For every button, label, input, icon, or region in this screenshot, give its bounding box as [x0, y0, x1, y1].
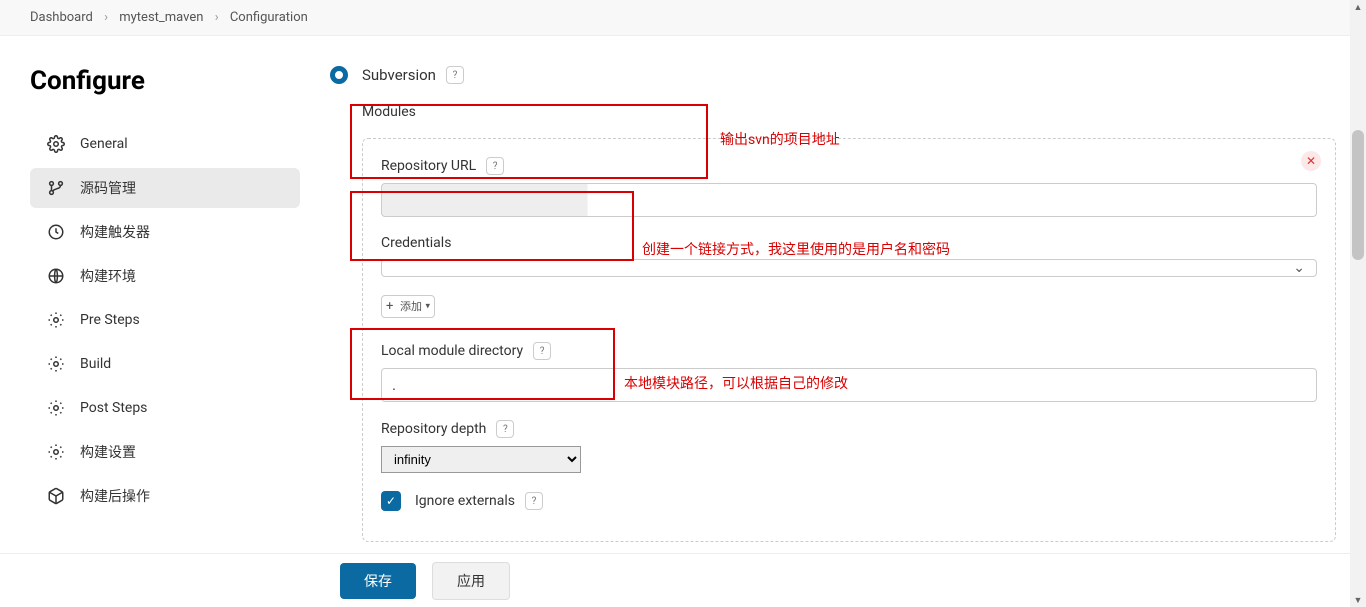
local-dir-label: Local module directory ?: [381, 342, 1317, 360]
gear-icon: [46, 310, 66, 330]
help-icon[interactable]: ?: [496, 420, 514, 438]
sidebar-item-label: 构建后操作: [80, 486, 150, 506]
module-box: ✕ Repository URL ? Credentials ⌄ + 添加 ▾: [362, 138, 1336, 542]
credentials-label: Credentials: [381, 235, 1317, 251]
scroll-thumb[interactable]: [1352, 130, 1364, 260]
sidebar-item-poststeps[interactable]: Post Steps: [30, 388, 300, 428]
checkbox-checked-icon: ✓: [381, 491, 401, 511]
sidebar-item-label: Post Steps: [80, 400, 147, 416]
sidebar-item-scm[interactable]: 源码管理: [30, 168, 300, 208]
radio-selected-icon: [330, 66, 348, 84]
sidebar-item-general[interactable]: General: [30, 124, 300, 164]
ignore-externals-label: Ignore externals: [415, 493, 515, 509]
sidebar-item-label: 构建触发器: [80, 222, 150, 242]
branch-icon: [46, 178, 66, 198]
gear-icon: [46, 442, 66, 462]
help-icon[interactable]: ?: [446, 66, 464, 84]
sidebar-item-env[interactable]: 构建环境: [30, 256, 300, 296]
help-icon[interactable]: ?: [486, 157, 504, 175]
globe-icon: [46, 266, 66, 286]
breadcrumb-project[interactable]: mytest_maven: [119, 10, 203, 25]
sidebar-item-label: 源码管理: [80, 178, 136, 198]
sidebar-item-presteps[interactable]: Pre Steps: [30, 300, 300, 340]
help-icon[interactable]: ?: [533, 342, 551, 360]
save-button[interactable]: 保存: [340, 563, 416, 599]
gear-icon: [46, 134, 66, 154]
chevron-right-icon: ›: [104, 10, 108, 25]
scrollbar[interactable]: ▲ ▼: [1350, 0, 1366, 607]
footer-bar: 保存 应用: [0, 553, 1366, 607]
sidebar-item-label: General: [80, 136, 128, 152]
sidebar-items: General 源码管理 构建触发器 构建环境: [30, 124, 300, 516]
repo-url-input[interactable]: [381, 183, 1317, 217]
sidebar-item-postbuild[interactable]: 构建后操作: [30, 476, 300, 516]
clock-icon: [46, 222, 66, 242]
page-title: Configure: [30, 66, 300, 96]
apply-button[interactable]: 应用: [432, 562, 510, 600]
sidebar-item-label: Pre Steps: [80, 312, 140, 328]
gear-icon: [46, 354, 66, 374]
sidebar-item-label: 构建环境: [80, 266, 136, 286]
plus-icon: +: [386, 299, 393, 315]
breadcrumb-configuration[interactable]: Configuration: [230, 10, 308, 25]
sidebar-item-triggers[interactable]: 构建触发器: [30, 212, 300, 252]
scroll-up-icon[interactable]: ▲: [1350, 0, 1366, 14]
local-dir-input[interactable]: [381, 368, 1317, 402]
sidebar-item-build[interactable]: Build: [30, 344, 300, 384]
scm-radio-label: Subversion: [362, 66, 436, 84]
sidebar-item-label: Build: [80, 356, 111, 372]
chevron-down-icon: ▾: [425, 301, 430, 312]
remove-module-button[interactable]: ✕: [1301, 151, 1321, 171]
ignore-externals-row[interactable]: ✓ Ignore externals ?: [381, 491, 1317, 511]
repo-url-label: Repository URL ?: [381, 157, 1317, 175]
depth-select[interactable]: infinity: [381, 446, 581, 473]
scroll-down-icon[interactable]: ▼: [1350, 593, 1366, 607]
add-credentials-button[interactable]: + 添加 ▾: [381, 295, 435, 318]
box-icon: [46, 486, 66, 506]
help-icon[interactable]: ?: [525, 492, 543, 510]
sidebar-item-buildsettings[interactable]: 构建设置: [30, 432, 300, 472]
sidebar: Configure General 源码管理 构建触发器: [0, 36, 320, 553]
sidebar-item-label: 构建设置: [80, 442, 136, 462]
content-area: Subversion ? Modules ✕ Repository URL ? …: [320, 36, 1366, 553]
credentials-select[interactable]: [381, 259, 1317, 277]
breadcrumb-dashboard[interactable]: Dashboard: [30, 10, 93, 25]
modules-heading: Modules: [362, 104, 1336, 120]
breadcrumb: Dashboard › mytest_maven › Configuration: [0, 0, 1366, 36]
gear-icon: [46, 398, 66, 418]
chevron-right-icon: ›: [215, 10, 219, 25]
scm-radio-subversion[interactable]: Subversion ?: [330, 66, 1336, 84]
depth-label: Repository depth ?: [381, 420, 1317, 438]
